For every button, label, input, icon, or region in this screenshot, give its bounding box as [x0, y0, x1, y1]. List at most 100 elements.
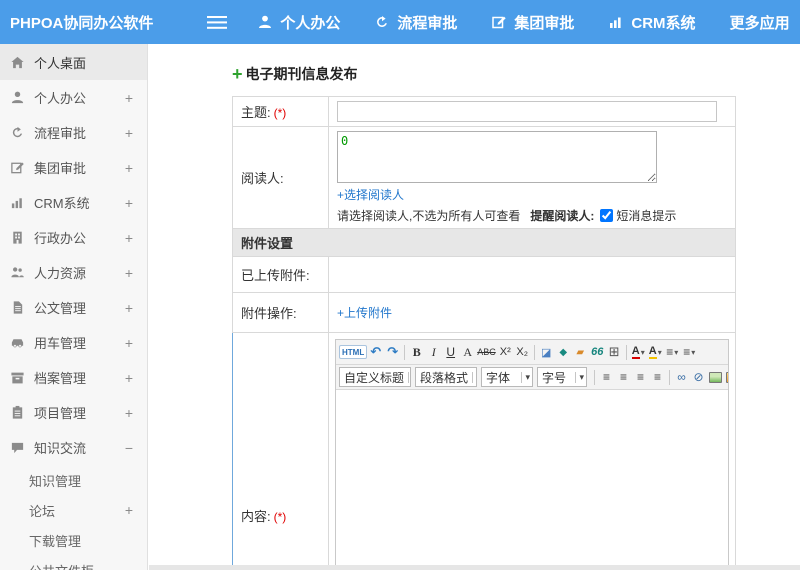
- align-center-button[interactable]: ≡: [615, 367, 632, 387]
- sidebar-item-project-mgmt[interactable]: 项目管理 +: [0, 395, 147, 430]
- subject-label-cell: 主题: (*): [232, 96, 329, 127]
- sidebar-item-public-file-cabinet[interactable]: 公共文件柜: [0, 555, 147, 570]
- sms-notify-checkbox[interactable]: [600, 209, 614, 222]
- uploaded-attachments-row: 已上传附件:: [232, 256, 736, 293]
- publish-form-table: 主题: (*) 阅读人: 0 +选择阅读人 请选择阅读人,不选为所有人可查看 提醒…: [232, 96, 736, 570]
- main-content: + 电子期刊信息发布 主题: (*) 阅读人: 0 +选择阅读人 请选择阅读人,…: [149, 44, 800, 570]
- sidebar-item-desktop[interactable]: 个人桌面: [0, 44, 147, 80]
- sidebar-item-forum[interactable]: 论坛 +: [0, 495, 147, 525]
- attachment-section-header: 附件设置: [232, 228, 736, 257]
- menu-icon[interactable]: [207, 15, 228, 30]
- sidebar-item-knowledge-mgmt[interactable]: 知识管理: [0, 465, 147, 495]
- blockquote-button[interactable]: 66: [589, 342, 606, 362]
- top-bar: PHPOA协同办公软件 个人办公 流程审批 集团审批 CRM系统 更多应用: [0, 0, 800, 44]
- font-button[interactable]: A: [459, 342, 476, 362]
- topnav-label: CRM系统: [631, 14, 696, 32]
- app-title: PHPOA协同办公软件: [10, 14, 154, 32]
- topnav-crm[interactable]: CRM系统: [608, 12, 696, 33]
- sidebar-item-admin-office[interactable]: 行政办公 +: [0, 220, 147, 255]
- sidebar-item-download-mgmt[interactable]: 下载管理: [0, 525, 147, 555]
- subject-value-cell: [328, 96, 736, 127]
- expand-plus-icon[interactable]: +: [125, 195, 133, 211]
- expand-plus-icon[interactable]: +: [125, 160, 133, 176]
- highlight-letter: A: [648, 345, 657, 360]
- expand-plus-icon[interactable]: +: [125, 335, 133, 351]
- strikethrough-button[interactable]: ABC: [476, 342, 497, 362]
- insert-image-button[interactable]: [709, 371, 722, 383]
- bold-button[interactable]: B: [408, 342, 425, 362]
- readers-textarea[interactable]: 0: [337, 131, 657, 183]
- align-right-button[interactable]: ≡: [632, 367, 649, 387]
- insert-link-button[interactable]: ∞: [673, 367, 690, 387]
- readers-label-cell: 阅读人:: [232, 126, 329, 229]
- sidebar-item-label: 行政办公: [34, 231, 87, 246]
- rich-text-editor: HTML ↶ ↷ B I U A ABC X² X₂ ◪ ◆ ▰ 66 ⊞ A …: [335, 339, 729, 570]
- align-justify-button[interactable]: ≡: [649, 367, 666, 387]
- custom-heading-dropdown[interactable]: 自定义标题▾: [339, 367, 411, 387]
- editor-content-area[interactable]: [336, 390, 728, 570]
- numbered-list-button[interactable]: ≡ ▾: [681, 342, 698, 362]
- html-source-button[interactable]: HTML: [339, 345, 368, 359]
- sidebar-item-personal-office[interactable]: 个人办公 +: [0, 80, 147, 115]
- italic-button[interactable]: I: [425, 342, 442, 362]
- expand-plus-icon[interactable]: +: [125, 125, 133, 141]
- sidebar-item-label: 项目管理: [34, 406, 87, 421]
- format-brush-button[interactable]: ◆: [555, 342, 572, 362]
- subject-input[interactable]: [337, 101, 717, 122]
- collapse-minus-icon[interactable]: −: [125, 440, 133, 456]
- person-icon: [257, 14, 273, 30]
- upload-attachment-link[interactable]: +上传附件: [337, 306, 392, 320]
- horizontal-scrollbar[interactable]: [149, 565, 800, 570]
- sidebar-item-knowledge-exchange[interactable]: 知识交流 −: [0, 430, 147, 465]
- sidebar-item-group-approval[interactable]: 集团审批 +: [0, 150, 147, 185]
- font-color-button[interactable]: A ▾: [630, 342, 647, 362]
- font-size-dropdown[interactable]: 字号 ▾: [537, 367, 587, 387]
- topnav-personal-office[interactable]: 个人办公: [257, 12, 340, 33]
- sidebar-item-label: 用车管理: [34, 336, 87, 351]
- numbered-list-icon: ≡: [683, 345, 691, 359]
- sidebar-item-hr[interactable]: 人力资源 +: [0, 255, 147, 290]
- align-left-button[interactable]: ≡: [598, 367, 615, 387]
- sidebar-item-crm[interactable]: CRM系统 +: [0, 185, 147, 220]
- building-icon: [10, 230, 25, 245]
- font-family-dropdown[interactable]: 字体 ▾: [481, 367, 533, 387]
- expand-plus-icon[interactable]: +: [125, 265, 133, 281]
- select-readers-link[interactable]: +选择阅读人: [337, 186, 404, 203]
- bullet-list-button[interactable]: ≡ ▾: [664, 342, 681, 362]
- style-paint-button[interactable]: ▰: [572, 342, 589, 362]
- archive-box-icon: [10, 370, 25, 385]
- topnav-label: 个人办公: [280, 14, 341, 32]
- sidebar-item-archive-mgmt[interactable]: 档案管理 +: [0, 360, 147, 395]
- undo-button[interactable]: ↶: [367, 342, 384, 362]
- expand-plus-icon[interactable]: +: [125, 90, 133, 106]
- superscript-button[interactable]: X²: [497, 342, 514, 362]
- remove-format-eraser-button[interactable]: ◪: [538, 342, 555, 362]
- subscript-button[interactable]: X₂: [514, 342, 531, 362]
- underline-button[interactable]: U: [442, 342, 459, 362]
- redo-button[interactable]: ↷: [384, 342, 401, 362]
- sidebar-subitem-label: 论坛: [29, 503, 56, 519]
- sidebar-item-workflow-approval[interactable]: 流程审批 +: [0, 115, 147, 150]
- sidebar-item-document-mgmt[interactable]: 公文管理 +: [0, 290, 147, 325]
- add-plus-icon: +: [232, 64, 243, 84]
- expand-plus-icon[interactable]: +: [125, 502, 133, 518]
- unlink-button[interactable]: ⊘: [690, 367, 707, 387]
- toolbar-separator: [404, 344, 406, 360]
- expand-plus-icon[interactable]: +: [125, 300, 133, 316]
- insert-table-button[interactable]: ⊞: [606, 342, 623, 362]
- expand-plus-icon[interactable]: +: [125, 370, 133, 386]
- bullet-list-icon: ≡: [666, 345, 674, 359]
- topnav-more-apps[interactable]: 更多应用 ▾: [730, 12, 800, 33]
- paragraph-format-dropdown[interactable]: 段落格式▾: [415, 367, 477, 387]
- sidebar-item-label: 个人办公: [34, 91, 87, 106]
- insert-media-button[interactable]: [726, 371, 728, 383]
- sidebar-item-vehicle-mgmt[interactable]: 用车管理 +: [0, 325, 147, 360]
- remind-readers-label: 提醒阅读人:: [530, 209, 595, 223]
- highlight-color-button[interactable]: A ▾: [647, 342, 664, 362]
- top-nav: 个人办公 流程审批 集团审批 CRM系统 更多应用: [257, 12, 800, 33]
- expand-plus-icon[interactable]: +: [125, 405, 133, 421]
- content-editor-cell: HTML ↶ ↷ B I U A ABC X² X₂ ◪ ◆ ▰ 66 ⊞ A …: [328, 332, 736, 570]
- expand-plus-icon[interactable]: +: [125, 230, 133, 246]
- topnav-group-approval[interactable]: 集团审批: [491, 12, 574, 33]
- topnav-workflow-approval[interactable]: 流程审批: [374, 12, 457, 33]
